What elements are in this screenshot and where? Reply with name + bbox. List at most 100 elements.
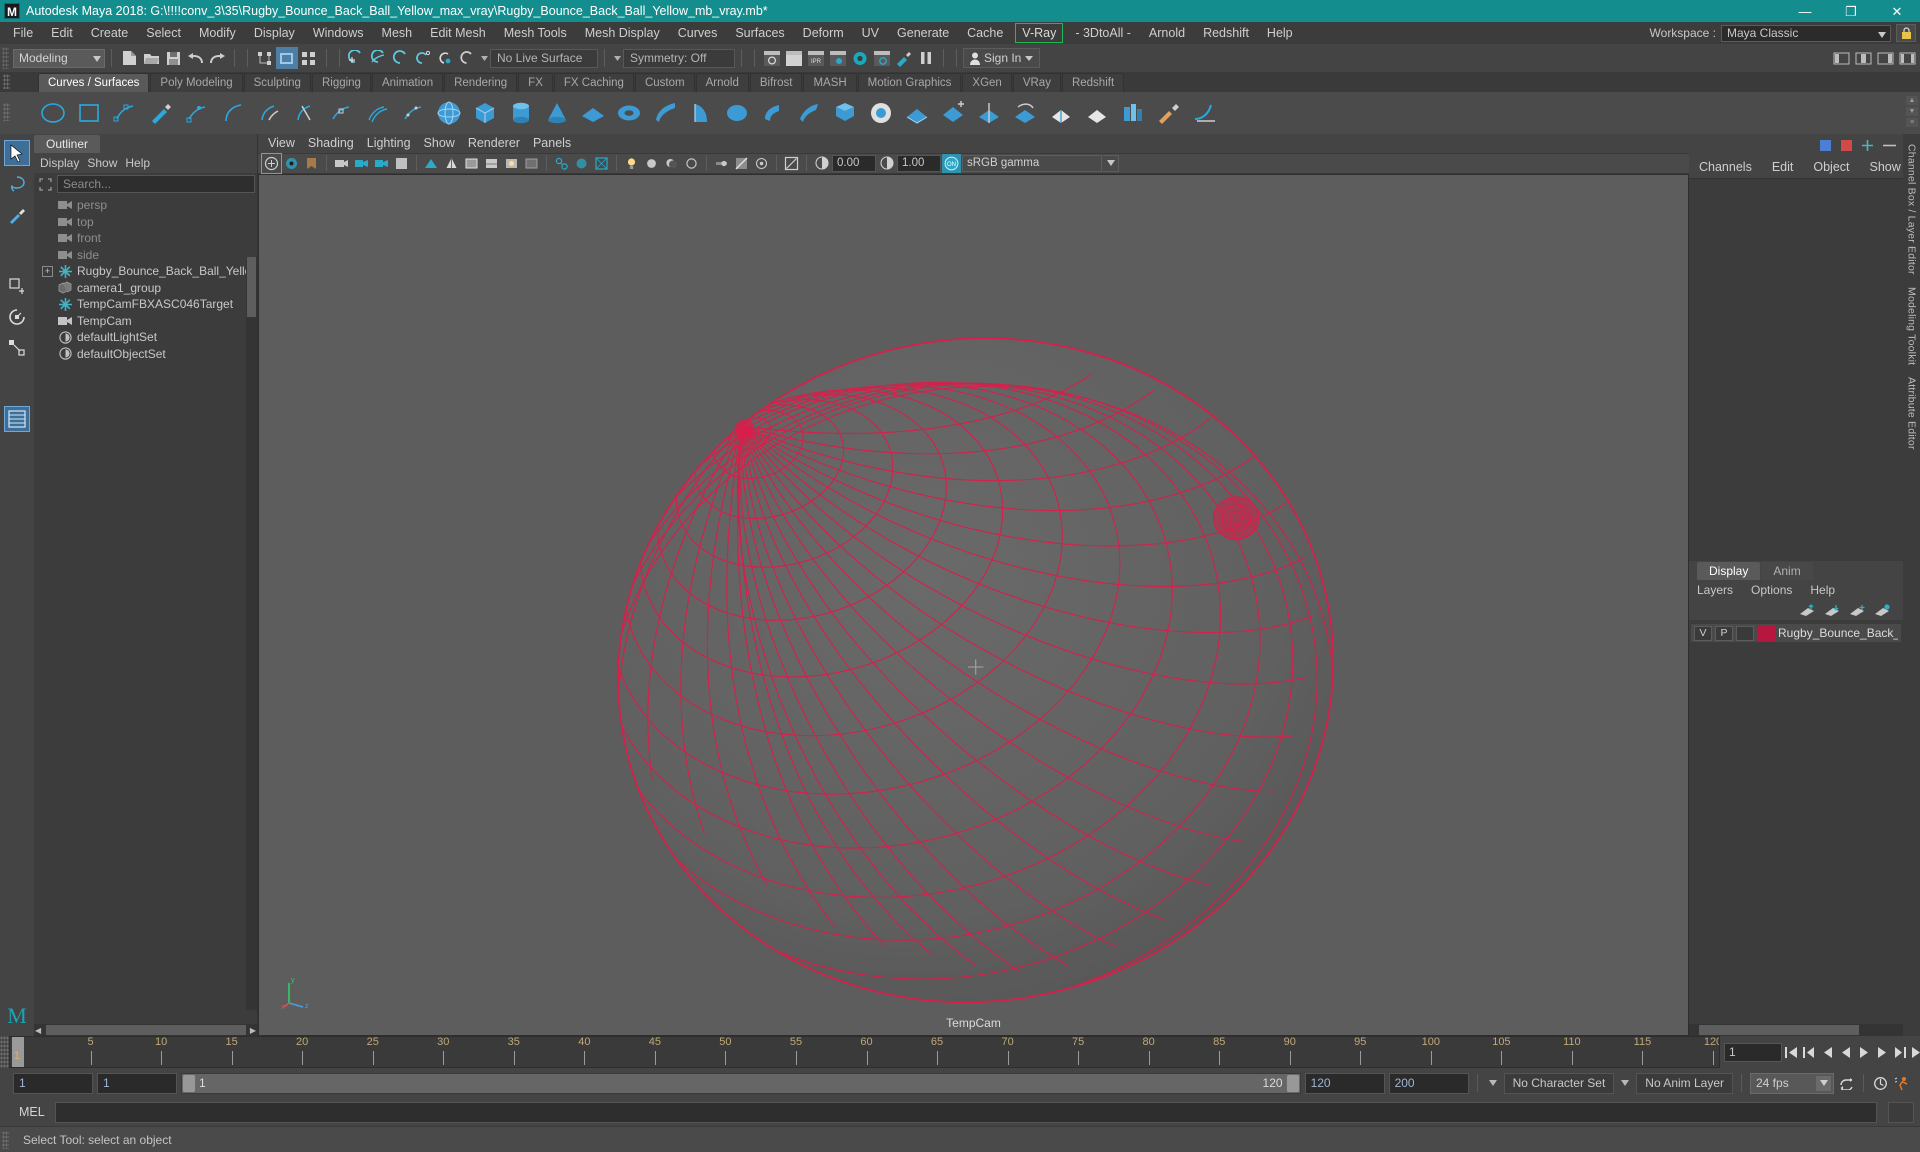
- shelf-tab-mash[interactable]: MASH: [803, 73, 857, 92]
- shelf-tabs-grip[interactable]: [3, 74, 10, 89]
- shelf-scroll-up-icon[interactable]: ▲: [1906, 96, 1918, 105]
- auto-keyframe-toggle-button[interactable]: [1872, 1073, 1889, 1093]
- menu-file[interactable]: File: [4, 22, 42, 44]
- planar-surface-button[interactable]: [720, 96, 754, 130]
- snap-to-point-button[interactable]: [390, 47, 412, 69]
- range-slider[interactable]: 1 120: [181, 1072, 1301, 1094]
- camera-attributes-button[interactable]: [282, 154, 301, 173]
- layers-menu-layers[interactable]: Layers: [1697, 583, 1751, 597]
- open-scene-button[interactable]: [140, 47, 162, 69]
- insert-knot-button[interactable]: [324, 96, 358, 130]
- channelbox-content[interactable]: [1689, 178, 1903, 561]
- shelf-tab-xgen[interactable]: XGen: [962, 73, 1012, 92]
- render-view-button[interactable]: [871, 47, 893, 69]
- layer-visibility-toggle[interactable]: V: [1694, 625, 1712, 641]
- scrollbar-thumb[interactable]: [46, 1025, 246, 1035]
- detach-curves-button[interactable]: [288, 96, 322, 130]
- shade-wireframe-button[interactable]: [462, 154, 481, 173]
- viewport-menu-show[interactable]: Show: [424, 136, 468, 150]
- outliner-item-front[interactable]: front: [34, 230, 257, 247]
- range-handle-right[interactable]: [1285, 1073, 1300, 1093]
- channelbox-teal-icon[interactable]: [1861, 139, 1874, 152]
- new-scene-button[interactable]: [118, 47, 140, 69]
- new-layer-from-selected-icon[interactable]: [1874, 603, 1891, 617]
- shelf-tab-bifrost[interactable]: Bifrost: [749, 73, 803, 92]
- layer-playback-toggle[interactable]: P: [1715, 625, 1733, 641]
- scroll-right-icon[interactable]: ▶: [250, 1026, 256, 1035]
- bevel-plus-button[interactable]: [936, 96, 970, 130]
- torus-button[interactable]: [612, 96, 646, 130]
- step-back-frame-button[interactable]: [1819, 1042, 1836, 1062]
- menu-mesh-tools[interactable]: Mesh Tools: [495, 22, 576, 44]
- render-sequence-button[interactable]: IPR: [805, 47, 827, 69]
- shelf-tab-fx[interactable]: FX: [518, 73, 553, 92]
- go-to-end-button[interactable]: [1909, 1042, 1920, 1062]
- snap-to-projected-center-button[interactable]: [412, 47, 434, 69]
- symmetry-field[interactable]: Symmetry: Off: [623, 48, 735, 68]
- save-scene-button[interactable]: [162, 47, 184, 69]
- shelf-tab-animation[interactable]: Animation: [371, 73, 444, 92]
- maximize-button[interactable]: ❐: [1828, 0, 1874, 22]
- loft-button[interactable]: [648, 96, 682, 130]
- exposure-field[interactable]: 0.00: [832, 154, 876, 172]
- untrim-button[interactable]: [1080, 96, 1114, 130]
- birail-button[interactable]: [792, 96, 826, 130]
- toggle-channel-box-button[interactable]: [1874, 47, 1896, 69]
- menu-arnold[interactable]: Arnold: [1140, 22, 1194, 44]
- fps-select[interactable]: 24 fps: [1750, 1072, 1834, 1094]
- shelf-scroll-controls[interactable]: ▲ ▼ ≡: [1906, 96, 1918, 127]
- last-tool-used-button[interactable]: [4, 406, 30, 432]
- menu-create[interactable]: Create: [82, 22, 138, 44]
- outliner-item-tempcam-target[interactable]: TempCamFBXASC046Target: [34, 296, 257, 313]
- multisample-button[interactable]: [732, 154, 751, 173]
- stitch-button[interactable]: [1116, 96, 1150, 130]
- layer-color-swatch[interactable]: [1757, 625, 1775, 641]
- snap-to-curve-button[interactable]: [368, 47, 390, 69]
- scale-tool-button[interactable]: [4, 335, 30, 361]
- grid-toggle-button[interactable]: [392, 154, 411, 173]
- render-settings-button[interactable]: [827, 47, 849, 69]
- menu-cache[interactable]: Cache: [958, 22, 1012, 44]
- select-by-component-button[interactable]: [298, 47, 320, 69]
- menu-curves[interactable]: Curves: [669, 22, 727, 44]
- range-handle-left[interactable]: [182, 1073, 196, 1093]
- shelf-tab-fx-caching[interactable]: FX Caching: [553, 73, 634, 92]
- make-live-button[interactable]: [456, 47, 478, 69]
- color-profile-dropdown-button[interactable]: [1103, 154, 1119, 172]
- outliner-menu-help[interactable]: Help: [125, 156, 158, 170]
- shelf-grip[interactable]: [3, 103, 10, 121]
- ep-curve-tool-button[interactable]: [180, 96, 214, 130]
- menu-display[interactable]: Display: [245, 22, 304, 44]
- menu-generate[interactable]: Generate: [888, 22, 958, 44]
- two-sided-lighting-button[interactable]: [352, 154, 371, 173]
- layer-row[interactable]: V P Rugby_Bounce_Back_Ball_Yello: [1691, 624, 1901, 642]
- bookmark-button[interactable]: [302, 154, 321, 173]
- go-to-start-button[interactable]: [1783, 1042, 1800, 1062]
- menu-redshift[interactable]: Redshift: [1194, 22, 1258, 44]
- trim-tool-button[interactable]: [1044, 96, 1078, 130]
- isolate-select-button[interactable]: [592, 154, 611, 173]
- channelbox-red-icon[interactable]: [1840, 139, 1853, 152]
- outliner-tab[interactable]: Outliner: [34, 135, 101, 153]
- all-lights-button[interactable]: [642, 154, 661, 173]
- exposure-toggle-button[interactable]: [782, 154, 801, 173]
- bevel-button[interactable]: [900, 96, 934, 130]
- move-layer-up-icon[interactable]: [1799, 603, 1816, 617]
- shelf-tab-sculpting[interactable]: Sculpting: [243, 73, 311, 92]
- snap-options-arrow[interactable]: [478, 47, 490, 69]
- play-forwards-button[interactable]: [1855, 1042, 1872, 1062]
- menu-modify[interactable]: Modify: [190, 22, 245, 44]
- color-management-toggle[interactable]: ON: [942, 153, 961, 173]
- snap-to-grid-button[interactable]: [346, 47, 368, 69]
- character-set-field[interactable]: No Character Set: [1503, 1072, 1615, 1094]
- layer-list-horizontal-scrollbar[interactable]: [1689, 1024, 1903, 1036]
- outliner-search-input[interactable]: Search...: [57, 175, 255, 193]
- menuset-select[interactable]: Modeling: [13, 48, 105, 68]
- channelbox-menu-channels[interactable]: Channels: [1699, 160, 1772, 174]
- playback-start-field[interactable]: 1: [97, 1072, 177, 1094]
- character-set-dropdown-arrow[interactable]: [1486, 1073, 1500, 1094]
- use-lights-button[interactable]: [502, 154, 521, 173]
- gamma-field[interactable]: 1.00: [897, 154, 941, 172]
- square-surface-button[interactable]: [864, 96, 898, 130]
- anim-layer-field[interactable]: No Anim Layer: [1636, 1072, 1733, 1094]
